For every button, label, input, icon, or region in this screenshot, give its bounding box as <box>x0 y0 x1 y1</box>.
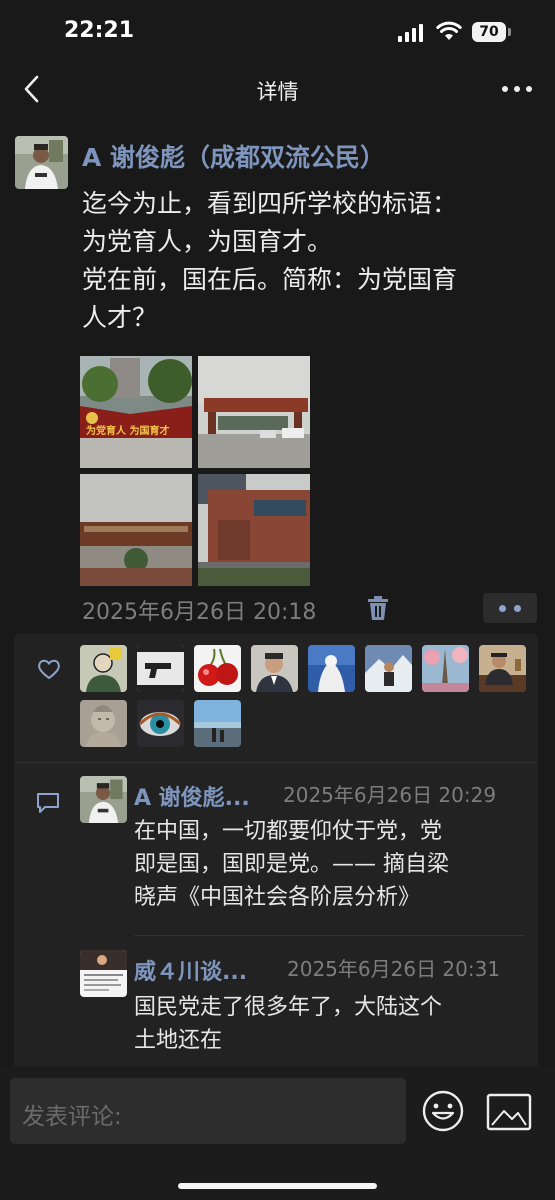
post-line: 人才？ <box>82 303 158 332</box>
section-divider <box>16 762 536 763</box>
comment-text: 在中国，一切都要仰仗于党，党 即是国，国即是党。—— 摘自梁 晓声《中国社会各阶… <box>134 819 449 910</box>
post-photo-3[interactable] <box>80 474 192 586</box>
liker-avatar[interactable] <box>80 700 127 747</box>
post-line: 为党育人，为国育才。 <box>82 227 333 256</box>
comment-input-placeholder: 发表评论: <box>22 1104 122 1130</box>
author-avatar[interactable] <box>15 136 68 189</box>
comment-icon <box>37 793 59 813</box>
heart-icon <box>38 659 60 680</box>
status-time: 22:21 <box>64 18 135 43</box>
liker-avatar[interactable] <box>365 645 412 692</box>
like-comment-menu-button[interactable] <box>483 593 537 623</box>
liker-avatar[interactable] <box>194 700 241 747</box>
trash-icon[interactable] <box>366 595 390 621</box>
image-icon[interactable] <box>486 1093 532 1131</box>
post-timestamp: 2025年6月26日 20:18 <box>82 600 317 625</box>
liker-avatar[interactable] <box>479 645 526 692</box>
comment-divider <box>134 935 524 936</box>
page-title: 详情 <box>256 80 299 104</box>
comment-author[interactable]: A 谢俊彪... <box>134 780 250 812</box>
more-options-button[interactable] <box>500 86 534 94</box>
photo-banner-text: 为党育人 为国育才 <box>86 426 170 437</box>
home-indicator <box>178 1183 377 1189</box>
post-text: 迄今为止，看到四所学校的标语： 为党育人，为国育才。 党在前，国在后。简称：为党… <box>82 185 542 337</box>
battery-icon: 70 <box>472 22 511 42</box>
comment-timestamp: 2025年6月26日 20:31 <box>287 957 501 981</box>
liker-avatar[interactable] <box>422 645 469 692</box>
post-photo-2[interactable] <box>198 356 310 468</box>
commenter-avatar[interactable] <box>80 776 127 823</box>
liker-avatar[interactable] <box>137 700 184 747</box>
comment-timestamp: 2025年6月26日 20:29 <box>283 783 497 807</box>
emoji-icon[interactable] <box>422 1090 464 1132</box>
liker-avatar[interactable] <box>137 645 184 692</box>
post-line: 迄今为止，看到四所学校的标语： <box>82 189 458 218</box>
post-author[interactable]: A 谢俊彪（成都双流公民） <box>82 138 385 174</box>
post-photo-4[interactable] <box>198 474 310 586</box>
wifi-icon <box>436 21 462 40</box>
liker-avatar[interactable] <box>251 645 298 692</box>
liker-avatar[interactable] <box>80 645 127 692</box>
comment-text: 国民党走了很多年了，大陆这个 土地还在 <box>134 995 443 1053</box>
commenter-avatar[interactable] <box>80 950 127 997</box>
post-line: 党在前，国在后。简称：为党国育 <box>82 265 458 294</box>
post-photo-1[interactable]: 为党育人 为国育才 <box>80 356 192 468</box>
liker-avatar[interactable] <box>308 645 355 692</box>
comment-author[interactable]: 威４川谈... <box>134 954 247 986</box>
cellular-signal-icon <box>398 24 424 42</box>
liker-avatar[interactable] <box>194 645 241 692</box>
